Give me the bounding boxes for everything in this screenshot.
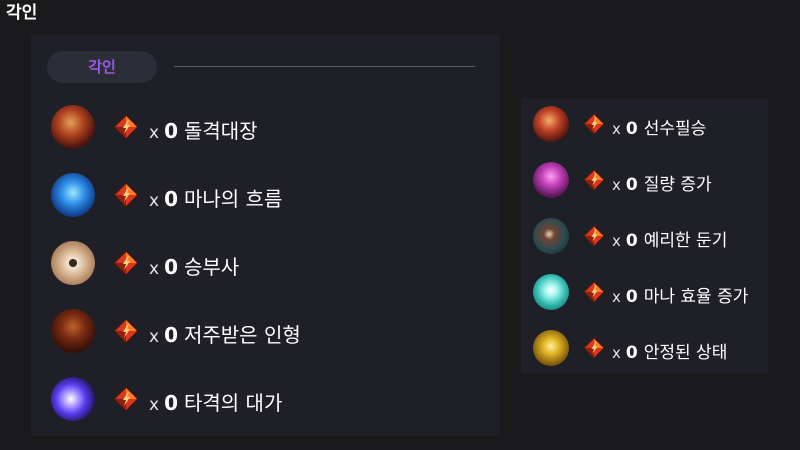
engraving-text: x 0 저주받은 인형 xyxy=(149,319,301,348)
engraving-row[interactable]: x 0 안정된 상태 xyxy=(533,330,727,366)
mana-flow-icon xyxy=(51,173,95,217)
multiplier-symbol: x xyxy=(149,258,160,279)
engraving-count: 0 xyxy=(164,118,178,143)
engraving-gem-icon xyxy=(582,168,606,192)
multiplier-symbol: x xyxy=(612,343,621,362)
engraving-row[interactable]: x 0 마나의 흐름 xyxy=(51,173,282,217)
section-divider xyxy=(174,66,475,67)
multiplier-symbol: x xyxy=(612,231,621,250)
engraving-name: 안정된 상태 xyxy=(643,342,728,363)
engraving-gem-icon xyxy=(582,336,606,360)
multiplier-symbol: x xyxy=(149,190,160,211)
engraving-count: 0 xyxy=(625,230,638,251)
engraving-gem-icon xyxy=(112,113,140,141)
engraving-count: 0 xyxy=(625,286,638,307)
multiplier-symbol: x xyxy=(612,119,621,138)
engraving-text: x 0 질량 증가 xyxy=(612,170,712,195)
charge-captain-icon xyxy=(51,105,95,149)
engraving-gem-icon xyxy=(582,112,606,136)
engraving-gem-icon xyxy=(112,181,140,209)
engraving-gem-icon xyxy=(112,249,140,277)
engraving-row[interactable]: x 0 질량 증가 xyxy=(533,162,712,198)
engraving-text: x 0 마나의 흐름 xyxy=(149,183,282,212)
engraving-row[interactable]: x 0 예리한 둔기 xyxy=(533,218,727,254)
engraving-name: 타격의 대가 xyxy=(183,390,283,415)
engraving-name: 돌격대장 xyxy=(183,118,258,143)
multiplier-symbol: x xyxy=(612,175,621,194)
hit-master-icon xyxy=(51,377,95,421)
engraving-row[interactable]: x 0 승부사 xyxy=(51,241,239,285)
engraving-row[interactable]: x 0 마나 효율 증가 xyxy=(533,274,748,310)
engraving-name: 예리한 둔기 xyxy=(643,230,728,251)
engraving-name: 저주받은 인형 xyxy=(183,322,301,347)
engraving-count: 0 xyxy=(164,186,178,211)
section-label: 각인 xyxy=(47,51,157,83)
engraving-text: x 0 타격의 대가 xyxy=(149,387,282,416)
engraving-count: 0 xyxy=(164,254,178,279)
engraving-gem-icon xyxy=(582,280,606,304)
engraving-count: 0 xyxy=(625,118,638,139)
primary-engraving-panel: 각인 x 0 돌격대장 x 0 마나의 흐름 x 0 승부사 x 0 저주받은 인형 x 0 타격의 대가 xyxy=(31,35,500,436)
multiplier-symbol: x xyxy=(149,326,160,347)
engraving-gem-icon xyxy=(582,224,606,248)
engraving-text: x 0 돌격대장 xyxy=(149,115,258,144)
multiplier-symbol: x xyxy=(612,287,621,306)
secondary-engraving-panel: x 0 선수필승 x 0 질량 증가 x 0 예리한 둔기 x 0 마나 효율 증가 x 0 안정된 상태 xyxy=(521,98,768,373)
multiplier-symbol: x xyxy=(149,122,160,143)
engraving-name: 질량 증가 xyxy=(643,174,712,195)
stabilized-status-icon xyxy=(533,330,569,366)
engraving-text: x 0 마나 효율 증가 xyxy=(612,282,748,307)
section-header: 각인 xyxy=(47,51,475,83)
engraving-name: 선수필승 xyxy=(643,118,707,139)
engraving-count: 0 xyxy=(625,174,638,195)
engraving-text: x 0 승부사 xyxy=(149,251,239,280)
engraving-row[interactable]: x 0 선수필승 xyxy=(533,106,706,142)
mana-efficiency-icon xyxy=(533,274,569,310)
page-title: 각인 xyxy=(6,3,38,23)
engraving-text: x 0 예리한 둔기 xyxy=(612,226,727,251)
engraving-name: 마나의 흐름 xyxy=(183,186,283,211)
multiplier-symbol: x xyxy=(149,394,160,415)
engraving-count: 0 xyxy=(164,390,178,415)
engraving-name: 마나 효율 증가 xyxy=(643,286,749,307)
engraving-count: 0 xyxy=(625,342,638,363)
engraving-text: x 0 안정된 상태 xyxy=(612,338,727,363)
engraving-gem-icon xyxy=(112,317,140,345)
engraving-name: 승부사 xyxy=(183,254,240,279)
engraving-row[interactable]: x 0 돌격대장 xyxy=(51,105,258,149)
gambler-eye-icon xyxy=(51,241,95,285)
preemptive-strike-icon xyxy=(533,106,569,142)
engraving-text: x 0 선수필승 xyxy=(612,114,706,139)
keen-blunt-weapon-icon xyxy=(533,218,569,254)
engraving-row[interactable]: x 0 저주받은 인형 xyxy=(51,309,301,353)
engraving-row[interactable]: x 0 타격의 대가 xyxy=(51,377,282,421)
cursed-doll-icon xyxy=(51,309,95,353)
engraving-gem-icon xyxy=(112,385,140,413)
engraving-count: 0 xyxy=(164,322,178,347)
mass-increase-icon xyxy=(533,162,569,198)
